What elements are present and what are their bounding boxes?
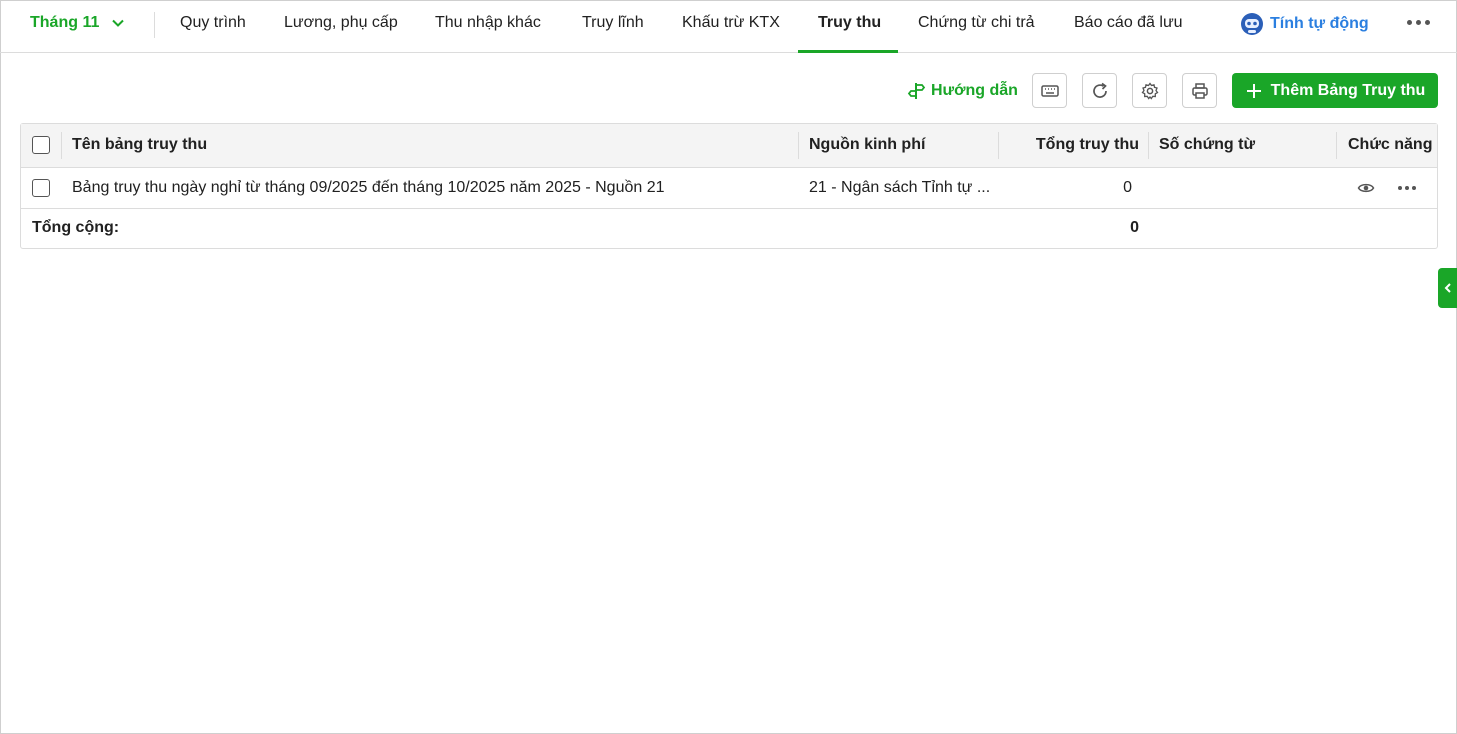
tab-thu-nhap-khac[interactable]: Thu nhập khác	[435, 14, 541, 32]
tab-truy-thu[interactable]: Truy thu	[818, 14, 881, 32]
eye-icon	[1357, 183, 1375, 193]
active-tab-indicator	[798, 50, 898, 53]
column-divider	[998, 132, 999, 159]
side-panel-toggle[interactable]	[1438, 268, 1457, 308]
column-header-name[interactable]: Tên bảng truy thu	[72, 136, 207, 154]
column-divider	[1148, 132, 1149, 159]
column-divider	[798, 132, 799, 159]
more-options-icon[interactable]	[1407, 20, 1430, 25]
settings-button[interactable]	[1132, 73, 1167, 108]
signpost-icon	[907, 83, 926, 99]
column-header-total[interactable]: Tổng truy thu	[1036, 136, 1139, 154]
nav-divider	[154, 12, 155, 38]
gear-icon	[1141, 81, 1158, 100]
row-name[interactable]: Bảng truy thu ngày nghỉ từ tháng 09/2025…	[72, 179, 665, 197]
tab-khau-tru-ktx[interactable]: Khấu trừ KTX	[682, 14, 780, 32]
printer-icon	[1191, 82, 1208, 99]
guide-link[interactable]: Hướng dẫn	[907, 81, 1018, 101]
month-label: Tháng 11	[30, 14, 100, 31]
keyboard-icon	[1040, 84, 1059, 97]
row-more-icon[interactable]	[1398, 186, 1416, 190]
tab-truy-linh[interactable]: Truy lĩnh	[582, 14, 644, 32]
row-total: 0	[1123, 179, 1132, 196]
robot-icon	[1241, 13, 1263, 35]
chevron-down-icon	[112, 19, 125, 27]
table-row[interactable]: Bảng truy thu ngày nghỉ từ tháng 09/2025…	[21, 168, 1437, 209]
auto-calc-label: Tính tự động	[1270, 15, 1369, 32]
column-divider	[1336, 132, 1337, 159]
total-label: Tổng cộng:	[32, 219, 120, 236]
column-header-source[interactable]: Nguồn kinh phí	[809, 136, 925, 154]
row-checkbox[interactable]	[32, 179, 50, 197]
recovery-table: Tên bảng truy thu Nguồn kinh phí Tổng tr…	[20, 123, 1438, 249]
total-value: 0	[1130, 219, 1139, 236]
table-header: Tên bảng truy thu Nguồn kinh phí Tổng tr…	[21, 124, 1437, 168]
refresh-button[interactable]	[1082, 73, 1117, 108]
month-selector[interactable]: Tháng 11	[30, 14, 125, 32]
row-source: 21 - Ngân sách Tỉnh tự ...	[809, 179, 991, 196]
tab-quy-trinh[interactable]: Quy trình	[180, 14, 246, 32]
tab-chung-tu-chi-tra[interactable]: Chứng từ chi trả	[918, 14, 1035, 32]
column-divider	[61, 132, 62, 159]
guide-label: Hướng dẫn	[931, 82, 1018, 99]
column-header-actions: Chức năng	[1348, 136, 1433, 153]
column-header-voucher[interactable]: Số chứng từ	[1159, 136, 1255, 154]
auto-calc-button[interactable]: Tính tự động	[1240, 12, 1369, 36]
plus-icon	[1246, 83, 1261, 98]
refresh-icon	[1092, 82, 1107, 98]
add-recovery-table-button[interactable]: Thêm Bảng Truy thu	[1232, 73, 1438, 108]
top-navigation: Tháng 11 Quy trình Lương, phụ cấp Thu nh…	[0, 0, 1457, 53]
tab-bao-cao-da-luu[interactable]: Báo cáo đã lưu	[1074, 14, 1183, 32]
add-button-label: Thêm Bảng Truy thu	[1270, 81, 1426, 99]
chevron-left-icon	[1444, 283, 1451, 293]
window-frame	[0, 0, 1457, 734]
print-button[interactable]	[1182, 73, 1217, 108]
table-total-row: Tổng cộng: 0	[21, 209, 1437, 248]
tab-luong-phu-cap[interactable]: Lương, phụ cấp	[284, 14, 398, 32]
select-all-checkbox[interactable]	[32, 136, 50, 154]
view-button[interactable]	[1357, 179, 1375, 202]
keyboard-shortcut-button[interactable]	[1032, 73, 1067, 108]
